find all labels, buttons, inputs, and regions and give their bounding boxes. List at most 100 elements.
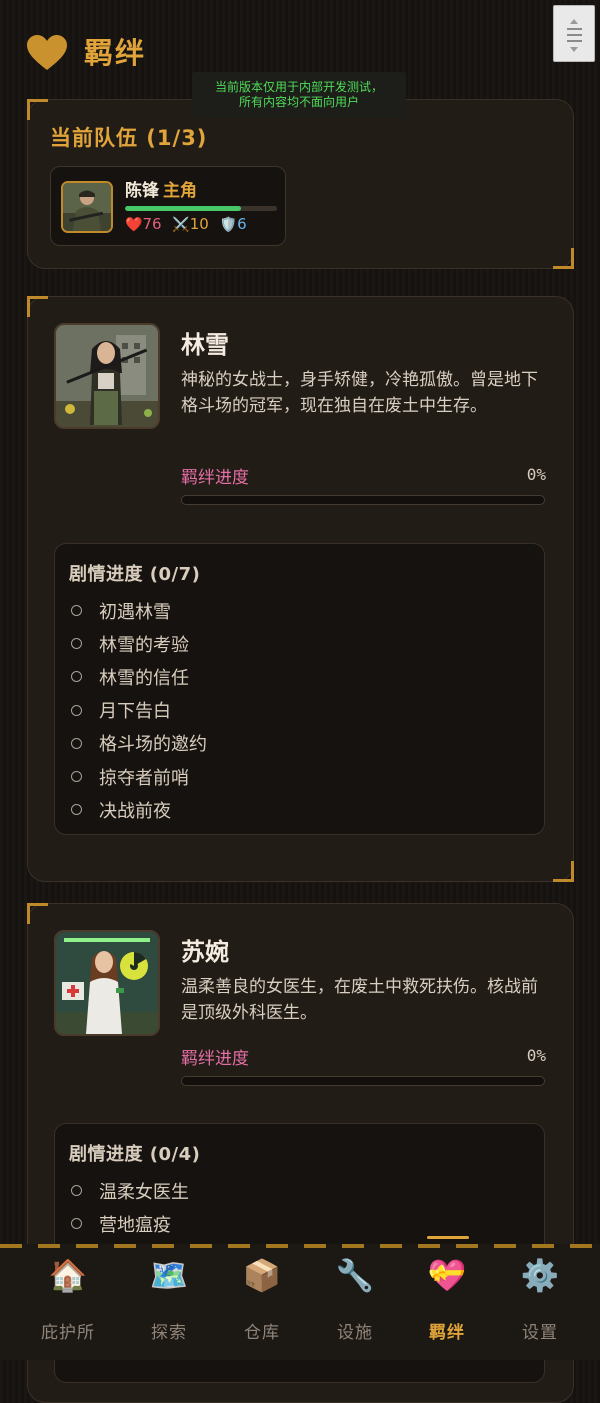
- hp-value: 76: [142, 215, 162, 233]
- story-chapter-title: 掠夺者前哨: [99, 767, 189, 789]
- menu-line: [567, 40, 582, 42]
- team-title: 当前队伍 (1/3): [50, 126, 208, 150]
- tab-label: 仓库: [244, 1323, 280, 1343]
- corner-ornament: [27, 903, 48, 924]
- tab-shelter[interactable]: 🏠 庇护所: [23, 1254, 113, 1354]
- member-name: 陈锋: [125, 181, 159, 201]
- incomplete-circle-icon: [71, 1218, 82, 1230]
- bond-progress-percent: 0%: [526, 1046, 546, 1065]
- dev-notice-line-1: 当前版本仅用于内部开发测试，: [214, 80, 383, 94]
- bottom-tab-bar: 🏠 庇护所 🗺️ 探索 📦 仓库 🔧 设施 💝 羁绊 ⚙️ 设置: [0, 1236, 600, 1360]
- doctor-woman-portrait-icon: [56, 932, 158, 1034]
- bond-progress-label: 羁绊进度: [181, 468, 249, 488]
- bond-progress-label: 羁绊进度: [181, 1049, 249, 1069]
- bond-progress-bar: [181, 1076, 545, 1086]
- soldier-portrait-icon: [63, 183, 111, 231]
- team-card: 当前队伍 (1/3) 陈锋 主角 ❤️76 ⚔️10 🛡️6: [27, 99, 574, 269]
- gear-icon: ⚙️: [520, 1258, 560, 1294]
- story-list: 温柔女医生 营地瘟疫: [71, 1174, 189, 1240]
- dev-notice-line-2: 所有内容均不面向用户: [238, 95, 359, 109]
- bond-progress-percent: 0%: [526, 465, 546, 484]
- incomplete-circle-icon: [71, 605, 82, 617]
- character-portrait[interactable]: [54, 930, 160, 1036]
- incomplete-circle-icon: [71, 771, 82, 783]
- shield-icon: 🛡️: [219, 217, 238, 233]
- gift-heart-icon: 💝: [427, 1258, 467, 1294]
- character-description: 温柔善良的女医生，在废土中救死扶伤。核战前是顶级外科医生。: [181, 977, 538, 1023]
- incomplete-circle-icon: [71, 704, 82, 716]
- attack-value: 10: [189, 215, 209, 233]
- corner-ornament: [27, 99, 48, 120]
- story-chapter-title: 林雪的信任: [99, 667, 189, 689]
- story-list: 初遇林雪林雪的考验林雪的信任月下告白格斗场的邀约 掠夺者前哨决战前夜: [71, 594, 207, 826]
- dev-notice: 当前版本仅用于内部开发测试， 所有内容均不面向用户: [192, 72, 406, 118]
- character-card-linxue: 林雪 神秘的女战士，身手矫健，冷艳孤傲。曾是地下格斗场的冠军，现在独自在废土中生…: [27, 296, 574, 882]
- chevron-up-icon: [570, 19, 578, 24]
- tab-bonds[interactable]: 💝 羁绊: [402, 1254, 492, 1354]
- corner-ornament: [553, 861, 574, 882]
- character-name: 林雪: [181, 331, 229, 359]
- story-chapter-title: 林雪的考验: [99, 634, 189, 656]
- story-chapter-item[interactable]: 温柔女医生: [71, 1174, 189, 1207]
- house-icon: 🏠: [48, 1258, 88, 1294]
- member-role-badge: 主角: [163, 181, 197, 201]
- defense-value: 6: [237, 215, 247, 233]
- member-name-line: 陈锋 主角: [125, 176, 197, 201]
- tab-facilities[interactable]: 🔧 设施: [310, 1254, 400, 1354]
- story-progress-title: 剧情进度 (0/4): [69, 1144, 201, 1165]
- story-chapter-title: 决战前夜: [99, 800, 171, 822]
- tab-label: 羁绊: [429, 1323, 465, 1343]
- map-icon: 🗺️: [149, 1258, 189, 1294]
- story-chapter-title: 初遇林雪: [99, 601, 171, 623]
- hp-bar: [125, 206, 277, 211]
- story-chapter-title: 月下告白: [99, 701, 171, 723]
- incomplete-circle-icon: [71, 671, 82, 683]
- story-chapter-item[interactable]: 决战前夜: [71, 793, 207, 826]
- story-chapter-item[interactable]: 格斗场的邀约: [71, 727, 207, 760]
- story-chapter-item[interactable]: 营地瘟疫: [71, 1207, 189, 1240]
- menu-line: [567, 28, 582, 30]
- incomplete-circle-icon: [71, 1185, 82, 1197]
- incomplete-circle-icon: [71, 804, 82, 816]
- story-chapter-title: 营地瘟疫: [99, 1214, 171, 1236]
- story-chapter-item[interactable]: 初遇林雪: [71, 594, 207, 627]
- tab-explore[interactable]: 🗺️ 探索: [124, 1254, 214, 1354]
- box-icon: 📦: [242, 1258, 282, 1294]
- chevron-down-icon: [570, 47, 578, 52]
- tab-label: 探索: [151, 1323, 187, 1343]
- character-description: 神秘的女战士，身手矫健，冷艳孤傲。曾是地下格斗场的冠军，现在独自在废土中生存。: [181, 370, 538, 416]
- corner-ornament: [553, 248, 574, 269]
- character-name: 苏婉: [181, 938, 229, 966]
- bond-progress-bar: [181, 495, 545, 505]
- tab-storage[interactable]: 📦 仓库: [217, 1254, 307, 1354]
- story-chapter-title: 温柔女医生: [99, 1181, 189, 1203]
- incomplete-circle-icon: [71, 737, 82, 749]
- warrior-woman-portrait-icon: [56, 325, 158, 427]
- character-portrait[interactable]: [54, 323, 160, 429]
- hp-bar-fill: [125, 206, 241, 211]
- active-tab-indicator: [427, 1236, 469, 1239]
- member-avatar: [61, 181, 113, 233]
- member-stats: ❤️76 ⚔️10 🛡️6: [125, 215, 253, 233]
- story-chapter-item[interactable]: 林雪的信任: [71, 660, 207, 693]
- story-chapter-item[interactable]: 月下告白: [71, 694, 207, 727]
- team-member-card[interactable]: 陈锋 主角 ❤️76 ⚔️10 🛡️6: [50, 166, 286, 246]
- tab-settings[interactable]: ⚙️ 设置: [495, 1254, 585, 1354]
- story-chapter-title: 格斗场的邀约: [99, 734, 207, 756]
- incomplete-circle-icon: [71, 638, 82, 650]
- tab-label: 庇护所: [41, 1323, 95, 1343]
- story-progress-panel: 剧情进度 (0/7) 初遇林雪林雪的考验林雪的信任月下告白格斗场的邀约 掠夺者前哨…: [54, 543, 545, 835]
- tab-label: 设施: [337, 1323, 373, 1343]
- story-chapter-item[interactable]: 林雪的考验: [71, 627, 207, 660]
- tab-label: 设置: [522, 1323, 558, 1343]
- story-progress-title: 剧情进度 (0/7): [69, 564, 201, 585]
- wrench-icon: 🔧: [335, 1258, 375, 1294]
- heart-icon: [27, 35, 67, 70]
- scroll-menu-button[interactable]: [553, 5, 595, 62]
- heart-hp-icon: ❤️: [125, 217, 143, 233]
- hazard-stripe-divider: [0, 1244, 600, 1248]
- story-chapter-item[interactable]: 掠夺者前哨: [71, 760, 207, 793]
- crossed-swords-icon: ⚔️: [172, 217, 190, 233]
- menu-line: [567, 34, 582, 36]
- corner-ornament: [27, 296, 48, 317]
